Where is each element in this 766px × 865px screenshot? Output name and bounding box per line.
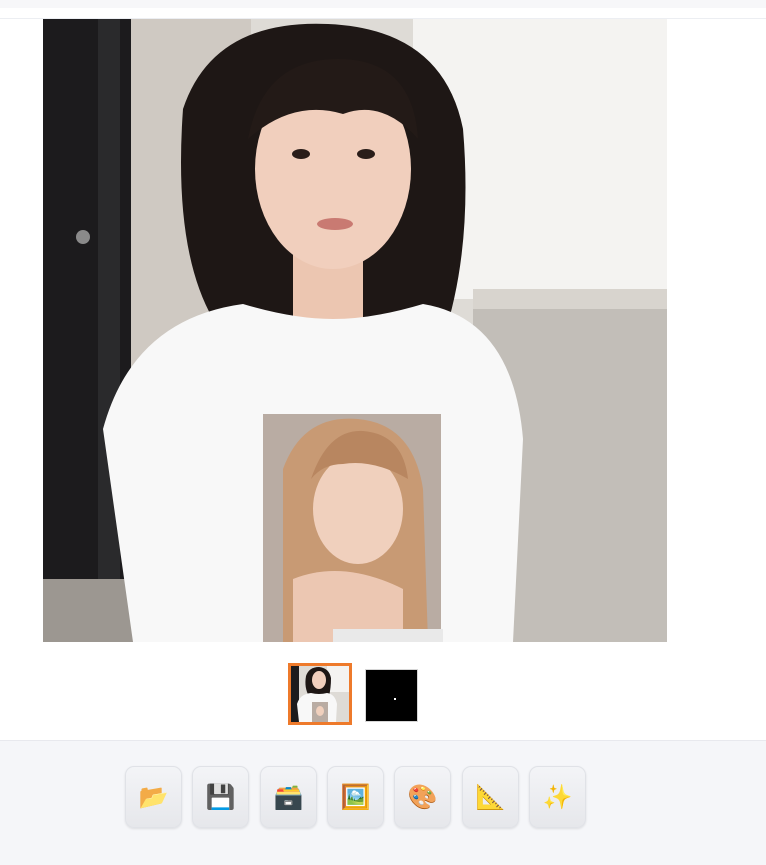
folder-icon: 📂 [138, 783, 169, 811]
sparkles-icon: ✨ [542, 783, 573, 811]
send-to-extras-button[interactable]: 📐 [462, 766, 519, 828]
save-button[interactable]: 💾 [192, 766, 249, 828]
mask-dot [394, 698, 396, 700]
triangular-ruler-icon: 📐 [475, 783, 506, 811]
send-to-inpaint-button[interactable]: 🎨 [394, 766, 451, 828]
portrait-illustration [43, 19, 667, 642]
action-toolbar: 📂 💾 🗃️ 🖼️ 🎨 📐 ✨ [0, 740, 766, 865]
top-strip [0, 0, 766, 8]
thumb-illustration [291, 666, 349, 722]
framed-picture-icon: 🖼️ [340, 783, 371, 811]
open-folder-button[interactable]: 📂 [125, 766, 182, 828]
zip-archive-button[interactable]: 🗃️ [260, 766, 317, 828]
generated-image-thumb[interactable] [288, 663, 352, 725]
main-generated-image[interactable] [43, 19, 667, 642]
mask-image-thumb[interactable] [365, 669, 418, 722]
send-to-img2img-button[interactable]: 🖼️ [327, 766, 384, 828]
enhance-button[interactable]: ✨ [529, 766, 586, 828]
palette-icon: 🎨 [407, 783, 438, 811]
file-box-icon: 🗃️ [273, 783, 304, 811]
floppy-disk-icon: 💾 [205, 783, 236, 811]
